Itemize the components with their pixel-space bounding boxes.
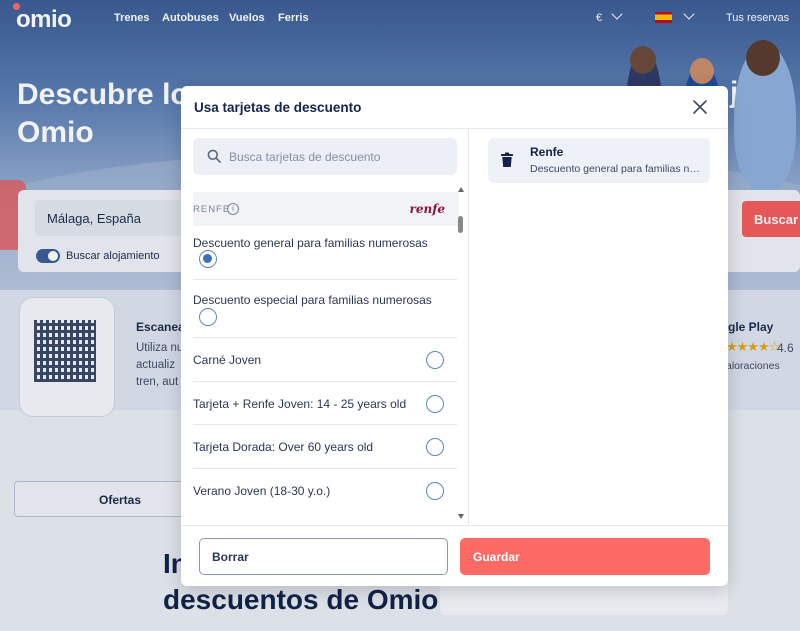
discount-list-pane: RENFE i renfe Descuento general para fam…	[181, 129, 469, 525]
discount-option-label: Tarjeta + Renfe Joven: 14 - 25 years old	[193, 397, 407, 411]
scroll-up-arrow-icon[interactable]	[458, 187, 464, 192]
info-icon[interactable]: i	[227, 203, 239, 215]
trash-icon[interactable]	[500, 152, 514, 168]
list-scrollbar[interactable]	[457, 187, 465, 519]
discount-option[interactable]: Carné Joven	[193, 338, 457, 382]
scroll-thumb[interactable]	[458, 216, 463, 233]
discount-option[interactable]: Descuento general para familias numerosa…	[193, 226, 457, 280]
discount-option[interactable]: Tarjeta + Renfe Joven: 14 - 25 years old	[193, 382, 457, 425]
close-button[interactable]	[690, 97, 710, 117]
discount-option-label: Carné Joven	[193, 353, 262, 367]
discount-radio[interactable]	[426, 482, 444, 500]
selected-discount-card: Renfe Descuento general para familias nu…	[488, 138, 710, 183]
discount-radio[interactable]	[199, 308, 217, 326]
discount-search-input[interactable]	[229, 138, 449, 175]
modal-header: Usa tarjetas de descuento	[181, 86, 728, 129]
modal-title: Usa tarjetas de descuento	[194, 100, 362, 115]
scroll-down-arrow-icon[interactable]	[458, 514, 464, 519]
discount-radio[interactable]	[426, 395, 444, 413]
renfe-logo: renfe	[409, 202, 445, 216]
close-icon	[693, 100, 707, 114]
discount-cards-modal: Usa tarjetas de descuento RENFE i renfe …	[181, 86, 728, 586]
discount-option-label: Verano Joven (18-30 y.o.)	[193, 484, 331, 498]
modal-footer: Borrar Guardar	[181, 525, 728, 586]
discount-option[interactable]: Tarjeta Dorada: Over 60 years old	[193, 425, 457, 469]
discount-option-label: Descuento general para familias numerosa…	[193, 236, 428, 250]
discount-option-label: Tarjeta Dorada: Over 60 years old	[193, 440, 374, 454]
discount-option[interactable]: Verano Joven (18-30 y.o.)	[193, 469, 457, 513]
discount-option[interactable]: Descuento especial para familias numeros…	[193, 280, 457, 338]
selected-discount-name: Descuento general para familias numerosa…	[530, 163, 702, 175]
discount-radio[interactable]	[426, 438, 444, 456]
discount-option-label: Descuento especial para familias numeros…	[193, 293, 432, 307]
selected-discounts-pane: Renfe Descuento general para familias nu…	[470, 129, 728, 525]
search-icon	[207, 149, 221, 163]
save-button[interactable]: Guardar	[460, 538, 710, 575]
clear-button[interactable]: Borrar	[199, 538, 448, 575]
discount-radio[interactable]	[426, 351, 444, 369]
group-header-renfe: RENFE i renfe	[193, 192, 459, 226]
discount-search-box[interactable]	[193, 138, 457, 175]
discount-list[interactable]: RENFE i renfe Descuento general para fam…	[193, 192, 459, 513]
group-name: RENFE	[193, 204, 231, 215]
selected-discount-provider: Renfe	[530, 145, 564, 159]
discount-radio[interactable]	[199, 250, 217, 268]
